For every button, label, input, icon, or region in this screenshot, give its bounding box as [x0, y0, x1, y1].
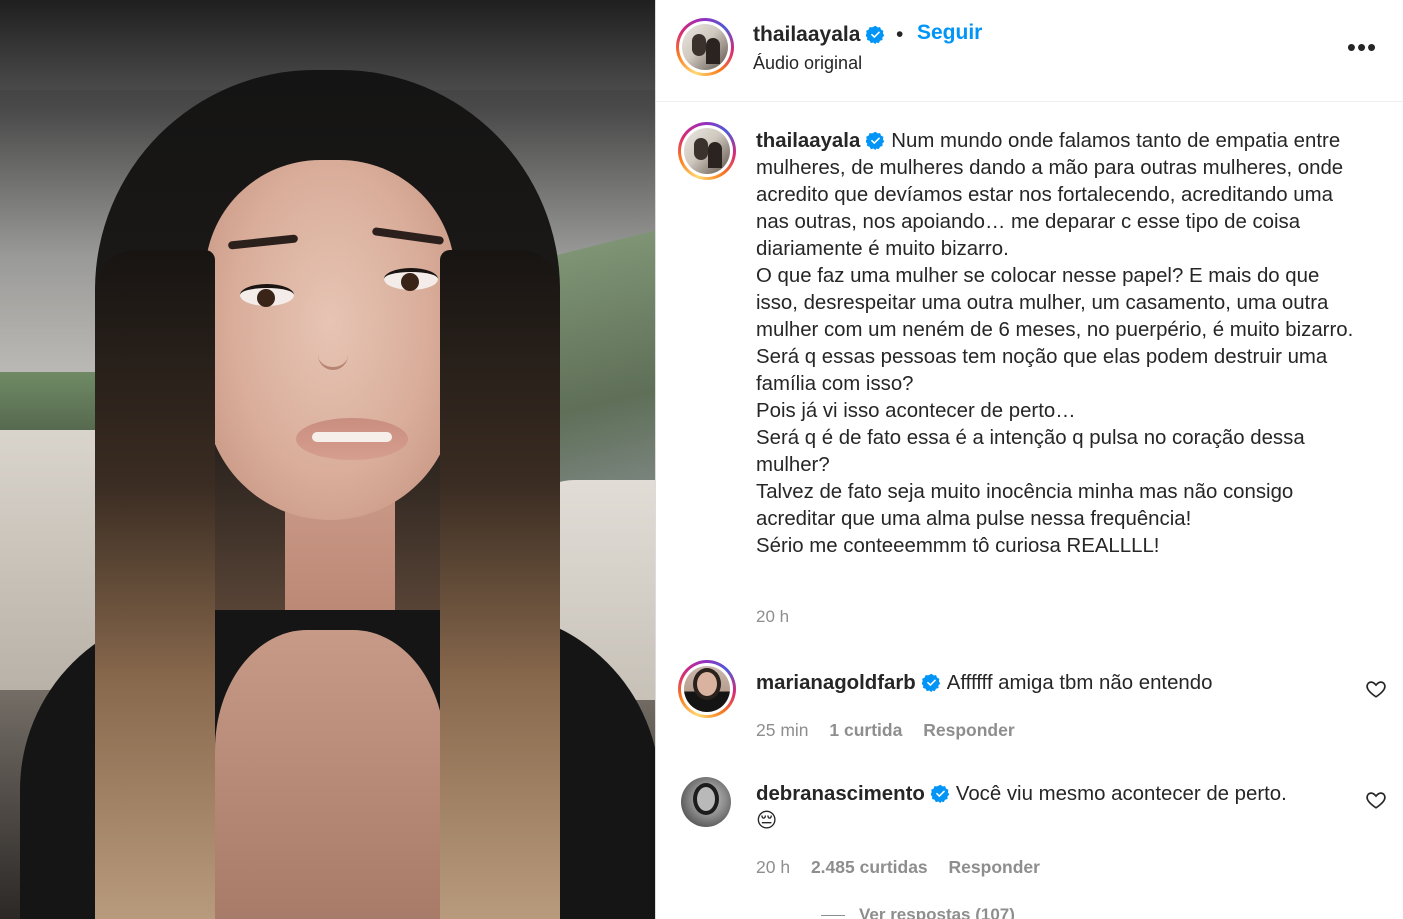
commenter-avatar-image: [684, 666, 730, 712]
comment-body: Você viu mesmo acontecer de perto.: [955, 783, 1287, 805]
commenter-username[interactable]: debranascimento: [756, 783, 925, 805]
comment-timestamp[interactable]: 20 h: [756, 857, 790, 877]
audio-label[interactable]: Áudio original: [753, 53, 862, 74]
commenter-avatar[interactable]: [678, 660, 736, 718]
hair-strand-left: [95, 250, 215, 919]
author-avatar[interactable]: [676, 18, 734, 76]
verified-badge-icon: [921, 673, 941, 692]
reply-button[interactable]: Responder: [949, 857, 1040, 877]
comment-likes[interactable]: 2.485 curtidas: [811, 857, 928, 877]
person-lips: [296, 418, 408, 460]
post-panel: thailaayala • Seguir Áudio original ••• …: [655, 0, 1403, 919]
person-nose: [318, 330, 348, 370]
caption-author-avatar[interactable]: [678, 122, 736, 180]
caption-body: Num mundo onde falamos tanto de empatia …: [756, 130, 1354, 557]
like-heart-icon[interactable]: [1365, 789, 1387, 811]
reply-button[interactable]: Responder: [923, 720, 1014, 740]
person-chest: [215, 630, 445, 919]
caption-timestamp[interactable]: 20 h: [756, 607, 789, 627]
comment-meta: 25 min 1 curtida Responder: [756, 720, 1031, 741]
comment-text: marianagoldfarb Affffff amiga tbm não ent…: [756, 670, 1356, 697]
author-avatar-image: [682, 24, 728, 70]
post-header: thailaayala • Seguir Áudio original •••: [656, 0, 1403, 102]
author-username[interactable]: thailaayala: [753, 23, 885, 47]
follow-button[interactable]: Seguir: [917, 21, 982, 45]
commenter-username[interactable]: marianagoldfarb: [756, 672, 916, 694]
comment-body: Affffff amiga tbm não entendo: [946, 672, 1213, 694]
verified-badge-icon: [866, 131, 885, 150]
right-eye: [384, 268, 438, 291]
reel-video[interactable]: [0, 0, 655, 919]
more-options-icon[interactable]: •••: [1342, 34, 1382, 64]
hair-strand-right: [440, 250, 560, 919]
comment-meta: 20 h 2.485 curtidas Responder: [756, 857, 1056, 878]
left-eye: [240, 284, 294, 307]
caption-username[interactable]: thailaayala: [756, 130, 860, 152]
comment-text: debranascimento Você viu mesmo acontecer …: [756, 781, 1356, 835]
commenter-avatar[interactable]: [681, 777, 731, 827]
comment-likes[interactable]: 1 curtida: [829, 720, 902, 740]
caption-text: thailaayala Num mundo onde falamos tanto …: [756, 128, 1366, 560]
separator-dot: •: [896, 23, 904, 46]
verified-badge-icon: [866, 25, 885, 44]
verified-badge-icon: [930, 784, 950, 803]
caption-avatar-image: [684, 128, 730, 174]
comment-timestamp[interactable]: 25 min: [756, 720, 809, 740]
pensive-emoji: 😔: [756, 810, 778, 832]
view-replies-button[interactable]: Ver respostas (107): [821, 905, 1015, 919]
like-heart-icon[interactable]: [1365, 678, 1387, 700]
